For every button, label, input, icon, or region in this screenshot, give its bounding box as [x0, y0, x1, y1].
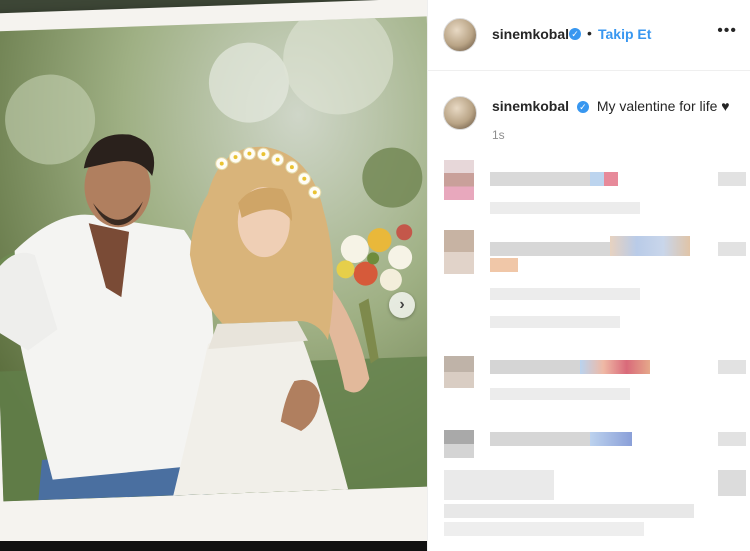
caption-text: My valentine for life ♥ — [596, 98, 730, 114]
blurred-comment — [490, 360, 580, 374]
blurred-emoji — [590, 172, 604, 186]
blurred-comment-meta — [490, 316, 620, 328]
blurred-comment-meta — [490, 288, 640, 300]
carousel-next-button[interactable]: › — [389, 292, 415, 318]
blurred-comment — [444, 522, 644, 536]
photo-bottom-edge — [0, 541, 427, 551]
blurred-emoji — [610, 236, 690, 256]
couple-photo-illustration — [0, 16, 427, 502]
blurred-comment — [444, 470, 554, 500]
blurred-comment — [444, 504, 694, 518]
verified-badge-icon: ✓ — [576, 101, 589, 114]
avatar[interactable] — [443, 18, 477, 52]
blurred-like-icon — [718, 432, 746, 446]
caption: sinemkobal ✓ My valentine for life ♥ — [492, 98, 730, 114]
header-username-link[interactable]: sinemkobal — [492, 26, 569, 42]
blurred-avatar — [444, 230, 474, 274]
verified-badge-icon: ✓ — [569, 28, 581, 40]
blurred-like-icon — [718, 360, 746, 374]
post-photo — [0, 16, 427, 502]
post-timestamp[interactable]: 1s — [492, 128, 505, 142]
blurred-avatar — [444, 356, 474, 388]
blurred-comment — [490, 432, 590, 446]
blurred-like-icon — [718, 242, 746, 256]
more-horizontal-icon[interactable]: ••• — [717, 22, 737, 40]
caption-username-link[interactable]: sinemkobal — [492, 98, 569, 114]
blurred-comment-meta — [490, 202, 640, 214]
blurred-like-icon — [718, 172, 746, 186]
follow-button[interactable]: Takip Et — [598, 26, 651, 42]
blurred-like-icon — [718, 470, 746, 496]
post-photo-area: › — [0, 0, 427, 551]
blurred-emoji — [604, 172, 618, 186]
caption-avatar[interactable] — [443, 96, 477, 130]
photo-print-frame — [0, 0, 427, 551]
blurred-comment-meta — [490, 388, 630, 400]
blurred-emoji — [590, 432, 632, 446]
blurred-avatar — [444, 430, 474, 458]
blurred-emoji — [490, 258, 518, 272]
follow-separator: • — [587, 25, 592, 41]
chevron-right-icon: › — [399, 296, 405, 313]
post-header: sinemkobal ✓ • Takip Et ••• — [428, 0, 750, 71]
blurred-comment — [490, 172, 590, 186]
blurred-emoji — [580, 360, 650, 374]
post-sidebar: sinemkobal ✓ • Takip Et ••• sinemkobal ✓… — [427, 0, 750, 551]
blurred-avatar — [444, 160, 474, 200]
blurred-comment — [490, 242, 610, 256]
